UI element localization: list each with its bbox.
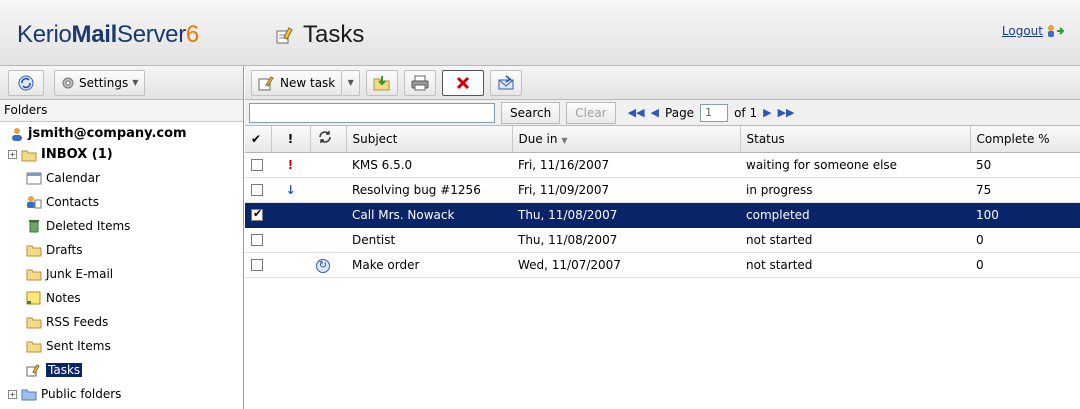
folder-icon bbox=[26, 317, 42, 329]
search-button[interactable]: Search bbox=[501, 101, 561, 124]
folder-icon bbox=[21, 389, 37, 401]
recurrence-icon bbox=[318, 131, 331, 144]
calendar-icon bbox=[26, 172, 42, 185]
page-title: Tasks bbox=[275, 21, 364, 49]
notes-icon bbox=[26, 291, 41, 305]
column-priority[interactable]: ! bbox=[271, 126, 311, 153]
logout-link[interactable]: Logout bbox=[1002, 24, 1066, 38]
table-header-row: ✔ ! Subject Due in ▼ Status Complete % bbox=[245, 126, 1080, 153]
tasks-icon bbox=[26, 364, 40, 377]
folder-contacts[interactable]: Contacts bbox=[26, 195, 99, 209]
column-subject[interactable]: Subject bbox=[346, 126, 513, 153]
folder-icon bbox=[26, 245, 42, 257]
folder-notes[interactable]: Notes bbox=[26, 291, 81, 305]
app-header: KerioMailServer6 Tasks Logout bbox=[0, 0, 1080, 66]
folder-drafts[interactable]: Drafts bbox=[26, 243, 83, 257]
recurrence-cell bbox=[310, 202, 346, 228]
tasks-panel: New task ▼ Search Clear ◀◀ ◀ Page 1 of 1 bbox=[245, 66, 1080, 409]
send-icon bbox=[498, 74, 514, 89]
high-priority-icon: ! bbox=[287, 157, 294, 172]
folder-deleted-items[interactable]: Deleted Items bbox=[26, 219, 130, 233]
table-row[interactable]: ↓ Resolving bug #1256 Fri, 11/09/2007 in… bbox=[245, 177, 1080, 203]
column-complete[interactable]: Complete % bbox=[970, 126, 1080, 153]
folders-heading: Folders bbox=[0, 100, 243, 122]
tasks-table: ✔ ! Subject Due in ▼ Status Complete % !… bbox=[245, 126, 1080, 278]
chevron-down-icon: ▼ bbox=[347, 78, 354, 87]
account-node[interactable]: jsmith@company.com bbox=[10, 126, 187, 141]
search-input[interactable] bbox=[249, 102, 495, 123]
folder-tasks[interactable]: Tasks bbox=[26, 363, 83, 377]
folder-junk-email[interactable]: Junk E-mail bbox=[26, 267, 113, 281]
expand-icon[interactable]: + bbox=[8, 389, 17, 399]
first-page-icon[interactable]: ◀◀ bbox=[628, 106, 645, 119]
column-status[interactable]: Status bbox=[740, 126, 971, 153]
column-completed[interactable]: ✔ bbox=[245, 126, 272, 153]
folder-inbox[interactable]: + INBOX (1) bbox=[8, 147, 113, 162]
brand-logo: KerioMailServer6 bbox=[17, 21, 199, 48]
delete-button[interactable] bbox=[442, 69, 485, 96]
folder-panel: Settings ▼ Folders jsmith@company.com + … bbox=[0, 66, 244, 409]
next-page-icon[interactable]: ▶ bbox=[763, 106, 771, 119]
table-row[interactable]: Dentist Thu, 11/08/2007 not started 0 bbox=[245, 227, 1080, 253]
prev-page-icon[interactable]: ◀ bbox=[651, 106, 659, 119]
logout-icon bbox=[1048, 25, 1065, 37]
recurrence-cell bbox=[310, 177, 346, 203]
new-task-split: New task ▼ bbox=[251, 69, 361, 96]
sort-desc-icon: ▼ bbox=[561, 135, 568, 145]
new-task-button[interactable]: New task bbox=[251, 69, 343, 96]
complete-checkbox[interactable] bbox=[251, 184, 263, 196]
page-number-input[interactable]: 1 bbox=[700, 103, 729, 122]
printer-icon bbox=[411, 75, 429, 90]
priority-cell bbox=[271, 202, 310, 228]
user-icon bbox=[12, 127, 22, 141]
refresh-icon bbox=[18, 75, 34, 90]
folder-icon bbox=[26, 269, 42, 281]
last-page-icon[interactable]: ▶▶ bbox=[778, 106, 795, 119]
folder-rss-feeds[interactable]: RSS Feeds bbox=[26, 315, 108, 329]
tasks-icon bbox=[276, 27, 293, 44]
clear-button[interactable]: Clear bbox=[566, 101, 616, 124]
trash-icon bbox=[29, 220, 39, 233]
folder-icon bbox=[26, 341, 42, 353]
complete-checkbox[interactable] bbox=[251, 259, 263, 271]
gear-icon bbox=[62, 77, 74, 88]
low-priority-icon: ↓ bbox=[285, 182, 296, 197]
new-task-menu-button[interactable]: ▼ bbox=[342, 69, 361, 96]
recurring-icon: ↻ bbox=[316, 258, 330, 273]
refresh-button[interactable] bbox=[8, 69, 44, 96]
complete-checkbox[interactable] bbox=[251, 234, 263, 246]
search-bar: Search Clear ◀◀ ◀ Page 1 of 1 ▶ ▶▶ bbox=[245, 100, 1080, 126]
folder-move-icon bbox=[373, 75, 390, 90]
contacts-icon bbox=[27, 196, 42, 209]
table-row[interactable]: ! KMS 6.5.0 Fri, 11/16/2007 waiting for … bbox=[245, 152, 1080, 178]
priority-cell bbox=[271, 252, 310, 278]
pager: ◀◀ ◀ Page 1 of 1 ▶ ▶▶ bbox=[627, 103, 795, 122]
folder-icon bbox=[21, 150, 37, 161]
column-recurrence[interactable] bbox=[310, 126, 347, 153]
complete-checkbox[interactable] bbox=[251, 159, 263, 171]
folder-calendar[interactable]: Calendar bbox=[26, 171, 100, 185]
recurrence-cell bbox=[310, 152, 346, 178]
tasks-toolbar: New task ▼ bbox=[245, 66, 1080, 100]
new-task-icon bbox=[258, 75, 274, 90]
column-due[interactable]: Due in ▼ bbox=[512, 126, 741, 153]
folder-public-folders[interactable]: + Public folders bbox=[8, 387, 121, 401]
delete-icon bbox=[457, 76, 470, 89]
settings-button[interactable]: Settings ▼ bbox=[54, 69, 146, 96]
print-button[interactable] bbox=[404, 69, 437, 96]
move-button[interactable] bbox=[366, 69, 399, 96]
table-row[interactable]: ↻ Make order Wed, 11/07/2007 not started… bbox=[245, 252, 1080, 278]
priority-cell bbox=[271, 227, 310, 253]
folder-sent-items[interactable]: Sent Items bbox=[26, 339, 111, 353]
complete-checkbox[interactable] bbox=[251, 207, 263, 221]
chevron-down-icon: ▼ bbox=[132, 78, 139, 87]
left-toolbar: Settings ▼ bbox=[0, 66, 243, 100]
recurrence-cell bbox=[310, 227, 346, 253]
expand-icon[interactable]: + bbox=[8, 150, 17, 159]
send-button[interactable] bbox=[490, 69, 523, 96]
table-row[interactable]: Call Mrs. Nowack Thu, 11/08/2007 complet… bbox=[245, 202, 1080, 228]
